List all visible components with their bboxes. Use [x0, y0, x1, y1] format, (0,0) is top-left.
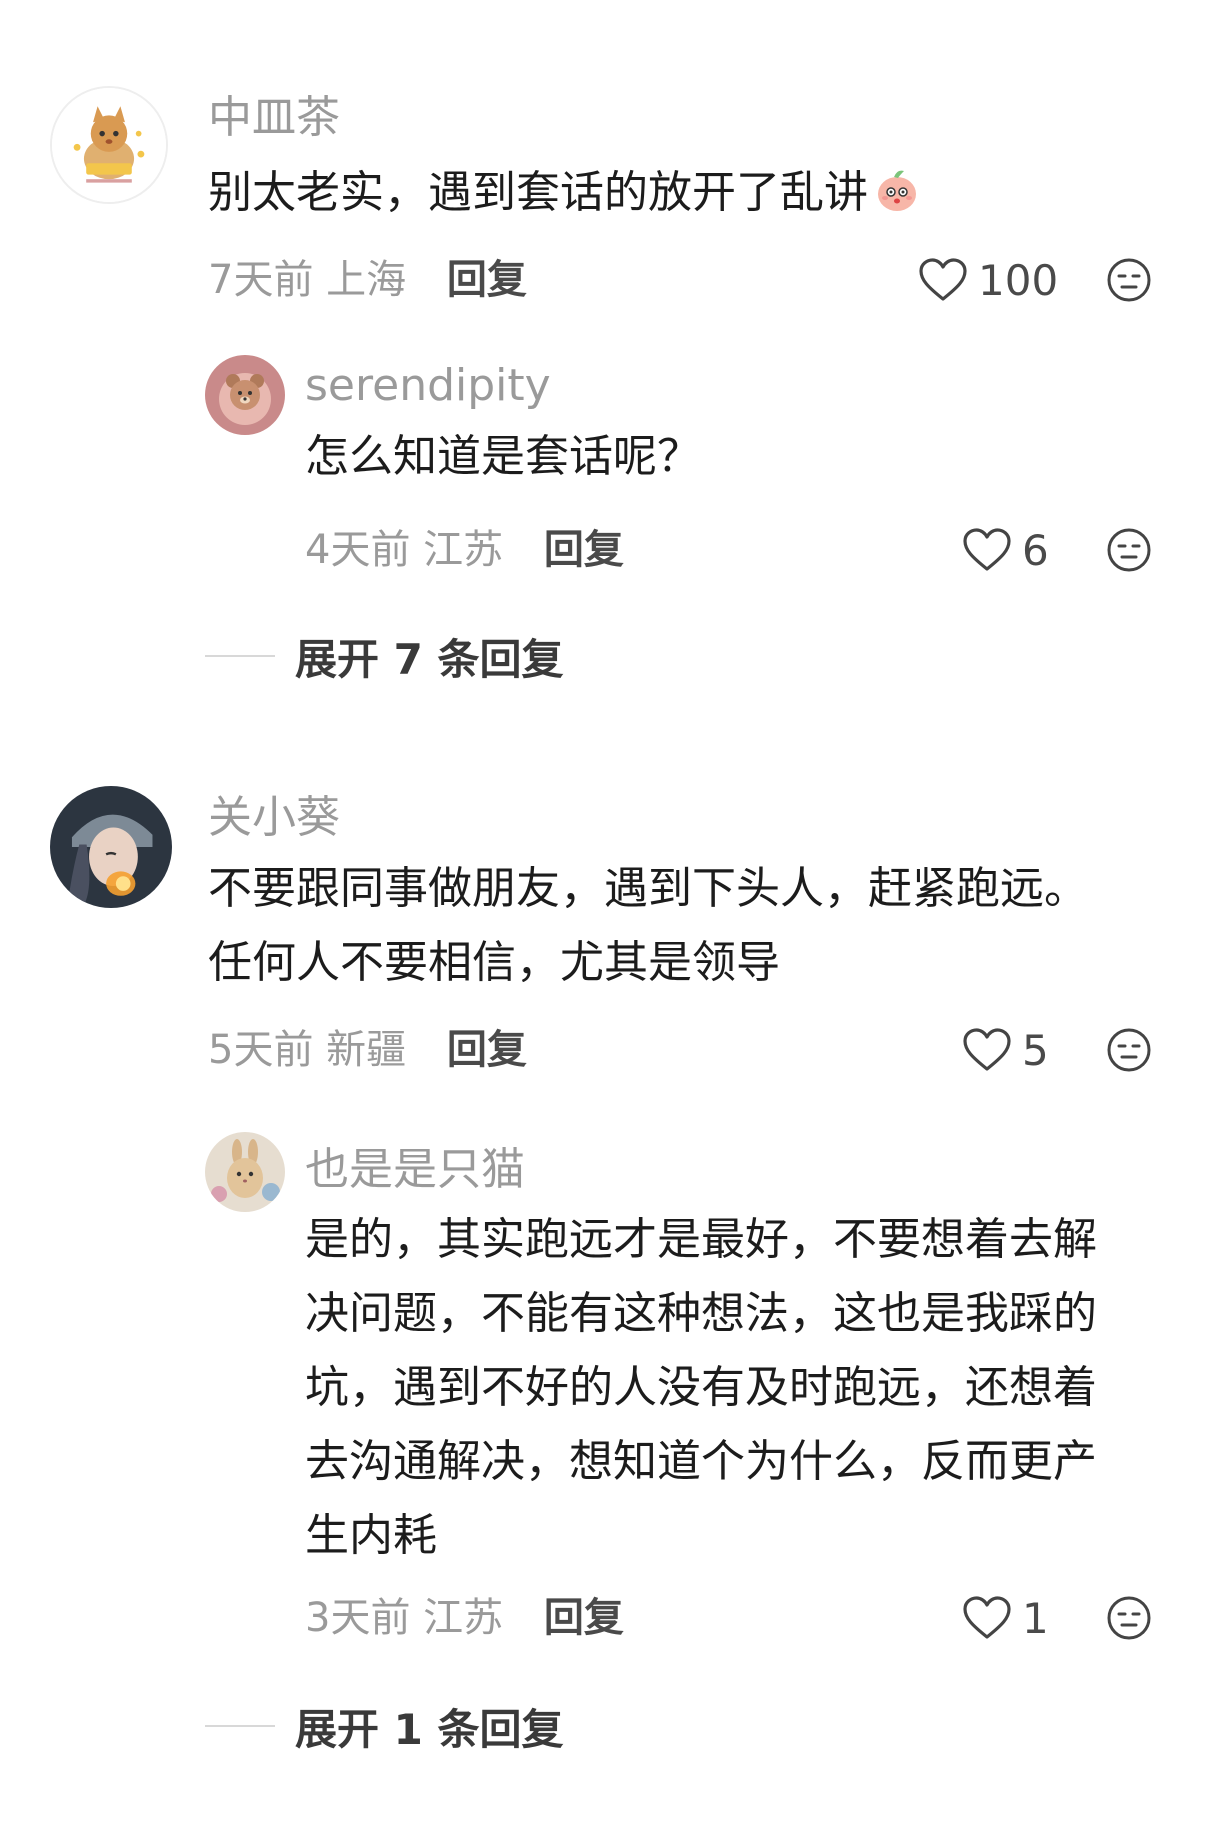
reply-button[interactable]: 回复: [544, 1595, 624, 1641]
comment-text-line: 别太老实，遇到套话的放开了乱讲: [208, 167, 868, 218]
avatar[interactable]: [205, 355, 285, 435]
reply-meta: 3天前 江苏 回复: [305, 1590, 624, 1646]
reply-text: 怎么知道是套话呢？: [305, 420, 701, 494]
comment-username[interactable]: 关小葵: [208, 790, 340, 846]
expand-replies-label: 展开 7 条回复: [295, 634, 564, 684]
heart-outline-icon: [963, 528, 1011, 571]
comment-item: 关小葵 不要跟同事做朋友，遇到下头人，赶紧跑远。 任何人不要相信，尤其是领导 5…: [0, 770, 1224, 1100]
expand-replies-label: 展开 1 条回复: [295, 1704, 564, 1754]
reply-meta: 4天前 江苏 回复: [305, 522, 624, 578]
avatar[interactable]: [50, 86, 168, 204]
neutral-face-icon: [1107, 258, 1151, 302]
reply-text-line: 决问题，不能有这种想法，这也是我踩的: [305, 1288, 1097, 1339]
heart-outline-icon: [963, 1028, 1011, 1071]
comment-time: 5天前: [208, 1027, 314, 1073]
comment-text: 别太老实，遇到套话的放开了乱讲: [208, 156, 922, 230]
avatar[interactable]: [50, 786, 172, 908]
avatar[interactable]: [205, 1132, 285, 1212]
comment-text: 不要跟同事做朋友，遇到下头人，赶紧跑远。 任何人不要相信，尤其是领导: [208, 852, 1088, 1000]
reply-item: serendipity 怎么知道是套话呢？ 4天前 江苏 回复 6: [0, 340, 1224, 580]
heart-outline-icon: [963, 1596, 1011, 1639]
reply-username[interactable]: 也是是只猫: [305, 1142, 525, 1198]
comment-text-line: 任何人不要相信，尤其是领导: [208, 937, 780, 988]
reply-text-line: 是的，其实跑远才是最好，不要想着去解: [305, 1214, 1097, 1265]
like-count: 6: [1022, 525, 1049, 575]
reply-location: 江苏: [423, 1595, 504, 1641]
neutral-face-icon: [1107, 528, 1151, 572]
comment-location: 新疆: [326, 1027, 407, 1073]
dislike-button[interactable]: [1105, 1594, 1153, 1642]
reply-button[interactable]: 回复: [447, 257, 527, 303]
reply-time: 4天前: [305, 527, 411, 573]
comment-meta: 5天前 新疆 回复: [208, 1022, 527, 1078]
bunny-avatar-image: [205, 1132, 285, 1212]
reply-item: 也是是只猫 是的，其实跑远才是最好，不要想着去解 决问题，不能有这种想法，这也是…: [0, 1120, 1224, 1670]
peach-face-emoji-icon: [872, 164, 922, 214]
reply-text-line: 怎么知道是套话呢？: [305, 431, 701, 482]
neutral-face-icon: [1107, 1028, 1151, 1072]
comment-time: 7天前: [208, 257, 314, 303]
heart-outline-icon: [919, 258, 967, 301]
reply-text-line: 坑，遇到不好的人没有及时跑远，还想着: [305, 1362, 1097, 1413]
divider: [205, 655, 275, 657]
comment-username[interactable]: 中皿茶: [208, 90, 340, 146]
reply-location: 江苏: [423, 527, 504, 573]
reply-time: 3天前: [305, 1595, 411, 1641]
neutral-face-icon: [1107, 1596, 1151, 1640]
like-count: 5: [1022, 1025, 1049, 1075]
girl-avatar-image: [50, 786, 172, 908]
comment-item: 中皿茶 别太老实，遇到套话的放开了乱讲 7天前 上海 回复 100: [0, 0, 1224, 305]
reply-button[interactable]: 回复: [544, 527, 624, 573]
reply-text-line: 生内耗: [305, 1510, 437, 1561]
reply-button[interactable]: 回复: [447, 1027, 527, 1073]
reply-text-line: 去沟通解决，想知道个为什么，反而更产: [305, 1436, 1097, 1487]
reply-text: 是的，其实跑远才是最好，不要想着去解 决问题，不能有这种想法，这也是我踩的 坑，…: [305, 1203, 1097, 1573]
expand-replies-button[interactable]: 展开 7 条回复: [205, 626, 563, 686]
like-button[interactable]: 5: [962, 1022, 1049, 1078]
comment-text-line: 不要跟同事做朋友，遇到下头人，赶紧跑远。: [208, 863, 1088, 914]
expand-replies-button[interactable]: 展开 1 条回复: [205, 1696, 563, 1756]
reply-username[interactable]: serendipity: [305, 358, 551, 414]
like-count: 100: [978, 255, 1059, 305]
like-button[interactable]: 100: [918, 252, 1058, 308]
like-button[interactable]: 6: [962, 522, 1049, 578]
dislike-button[interactable]: [1105, 256, 1153, 304]
divider: [205, 1725, 275, 1727]
dislike-button[interactable]: [1105, 526, 1153, 574]
bear-avatar-image: [205, 355, 285, 435]
dislike-button[interactable]: [1105, 1026, 1153, 1074]
cat-avatar-image: [52, 88, 166, 202]
comment-meta: 7天前 上海 回复: [208, 252, 527, 308]
like-count: 1: [1022, 1593, 1049, 1643]
comment-location: 上海: [326, 257, 407, 303]
like-button[interactable]: 1: [962, 1590, 1049, 1646]
